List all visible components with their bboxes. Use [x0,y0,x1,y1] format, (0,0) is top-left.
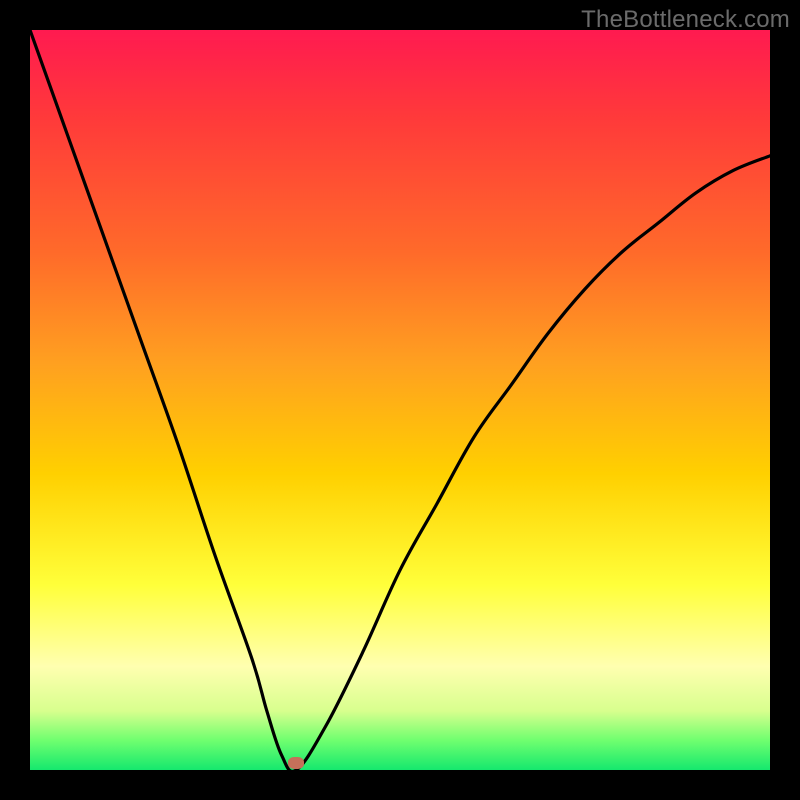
bottleneck-curve-path [30,30,770,770]
chart-frame: TheBottleneck.com [0,0,800,800]
curve-svg [30,30,770,770]
optimum-marker [288,757,304,769]
plot-area [30,30,770,770]
